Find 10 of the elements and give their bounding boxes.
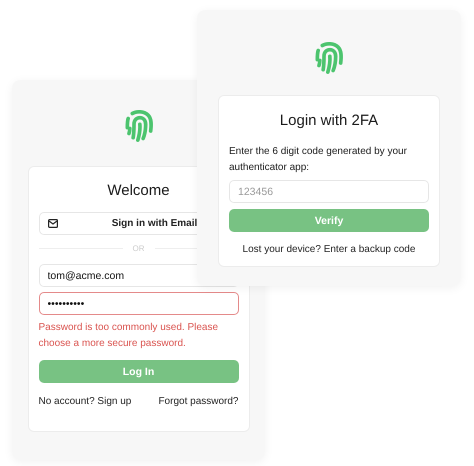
backup-code-link[interactable]: Lost your device? Enter a backup code (229, 244, 429, 255)
error-message: Password is too commonly used. Please choose a more secure password. (38, 321, 220, 351)
forgot-password-link[interactable]: Forgot password? (158, 396, 238, 407)
window-title: Welcome (106, 182, 171, 199)
instructions-text: Enter the 6 digit code generated by your authenticator app: (229, 145, 408, 175)
signup-link[interactable]: No account? Sign up (38, 396, 132, 407)
mail-icon (48, 219, 58, 228)
code-field[interactable]: 123456 (229, 180, 429, 203)
password-field[interactable]: •••••••••• (38, 292, 238, 315)
window-title: Login with 2FA (278, 112, 380, 129)
